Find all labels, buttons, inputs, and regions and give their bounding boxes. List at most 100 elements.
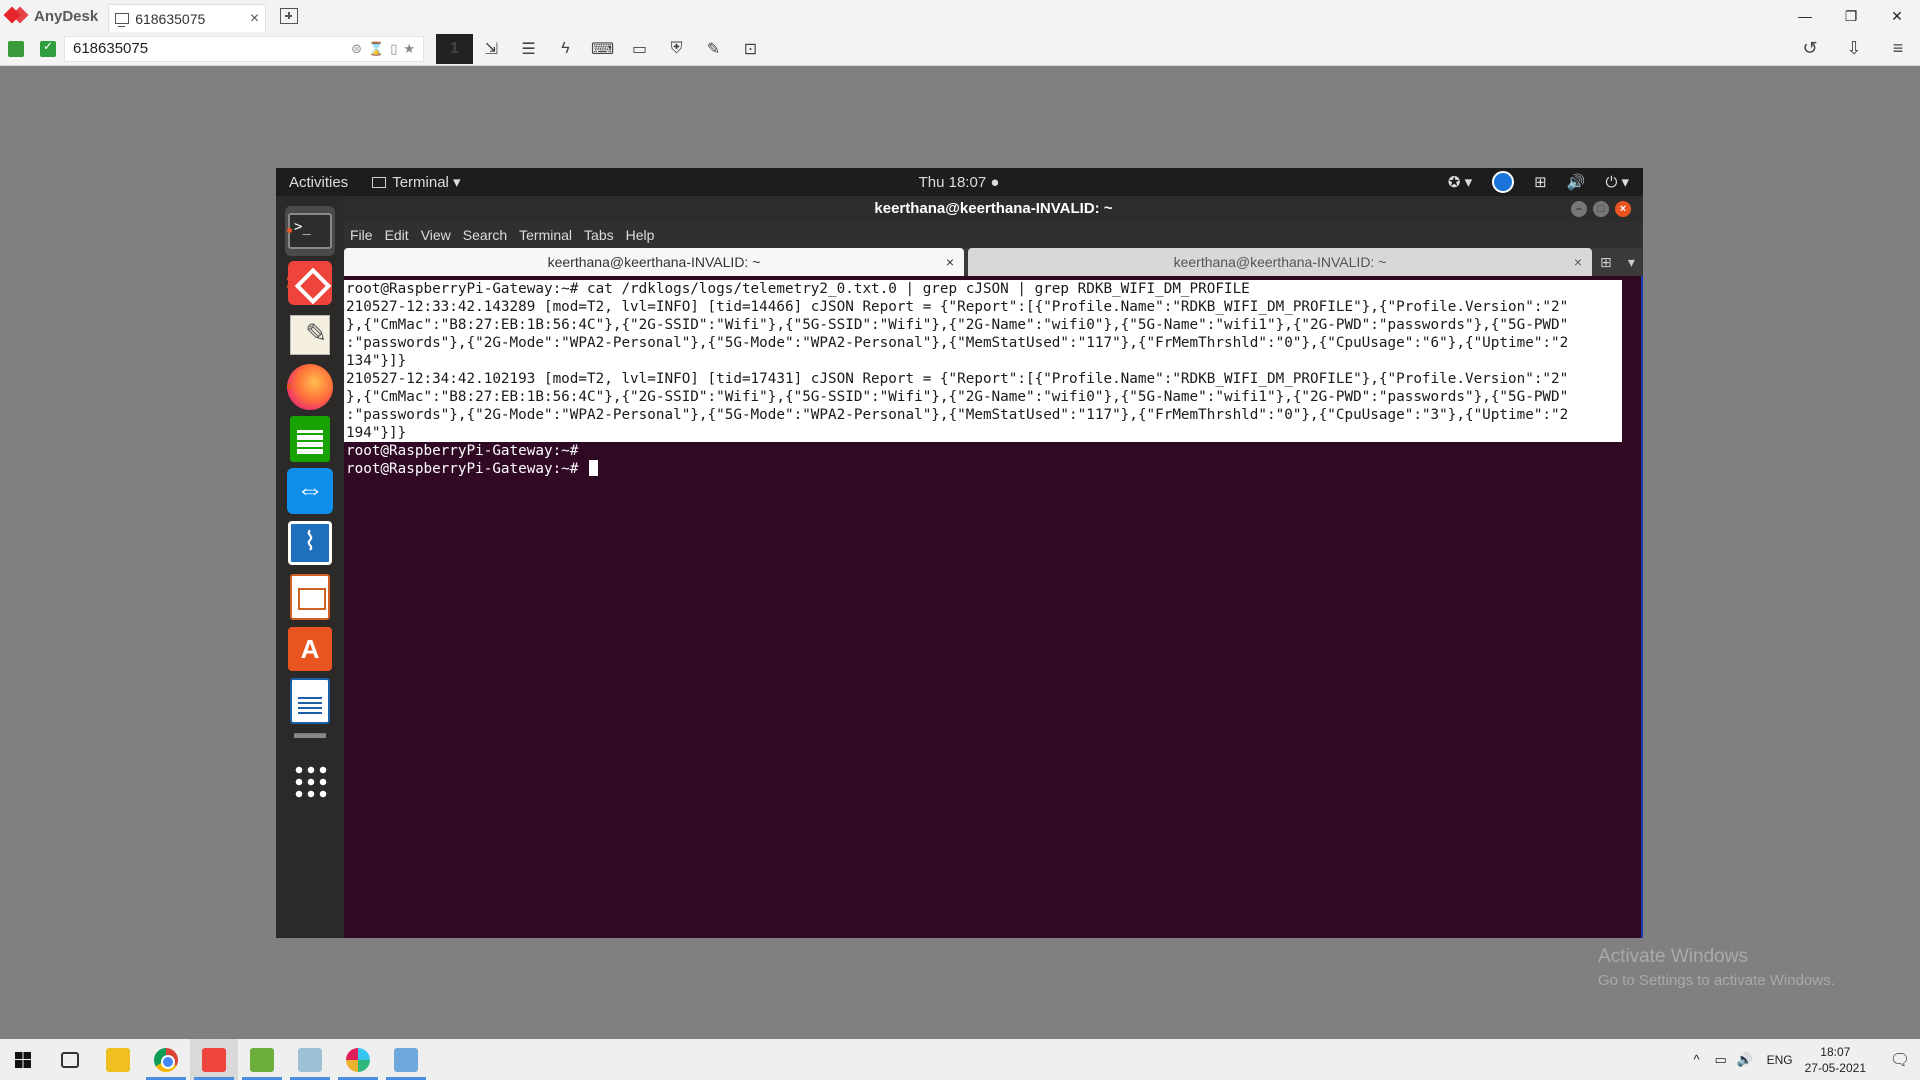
activities-button[interactable]: Activities <box>289 174 348 191</box>
dock-text-editor[interactable] <box>285 310 335 360</box>
taskbar-anydesk[interactable] <box>190 1039 238 1080</box>
session-tools: 1 ⇲ ☰ ϟ ⌨ ▭ ⛨ ✎ ⊡ <box>436 33 769 64</box>
network-icon[interactable]: ⊞ <box>1534 173 1547 191</box>
terminal-output[interactable]: root@RaspberryPi-Gateway:~# cat /rdklogs… <box>344 276 1643 938</box>
firefox-icon <box>287 364 333 410</box>
menu-terminal[interactable]: Terminal <box>519 227 572 243</box>
windows-taskbar: ^ ▭ 🔊 ENG 18:07 27-05-2021 🗨 <box>0 1039 1920 1080</box>
remote-desktop[interactable]: Activities Terminal ▾ Thu 18:07 ● ✪ ▾ ⊞ … <box>276 168 1643 938</box>
text-editor-icon <box>290 315 330 355</box>
dock-software[interactable]: A <box>285 624 335 674</box>
dock-teamviewer[interactable] <box>285 466 335 516</box>
volume-icon[interactable]: 🔊 <box>1567 173 1586 191</box>
taskbar-clock[interactable]: 18:07 27-05-2021 <box>1805 1044 1866 1076</box>
menu-file[interactable]: File <box>350 227 373 243</box>
text-cursor <box>589 460 599 476</box>
terminal-tab-label: keerthana@keerthana-INVALID: ~ <box>547 254 761 270</box>
terminal-scrollbar[interactable] <box>1641 276 1643 938</box>
device-icon[interactable]: ▯ <box>390 41 397 57</box>
terminal-minimize-button[interactable]: – <box>1571 201 1587 217</box>
dock-system-monitor[interactable] <box>285 518 335 568</box>
taskbar-notepad[interactable] <box>238 1039 286 1080</box>
download-icon[interactable]: ⇩ <box>1832 34 1876 64</box>
record-icon[interactable]: ⊡ <box>732 34 769 64</box>
restore-button[interactable]: ❐ <box>1828 0 1874 32</box>
show-hidden-icons-icon[interactable]: ^ <box>1685 1052 1709 1067</box>
close-tab-icon[interactable]: × <box>946 254 954 270</box>
terminal-line: :"passwords"},{"2G-Mode":"WPA2-Personal"… <box>346 335 1569 351</box>
monitor-number: 1 <box>436 33 473 64</box>
menu-search[interactable]: Search <box>463 227 507 243</box>
speaker-icon[interactable]: 🔊 <box>1733 1052 1757 1068</box>
favorite-star-icon[interactable]: ★ <box>403 41 415 57</box>
new-tab-icon[interactable]: ⊞ <box>1600 254 1612 271</box>
terminal-prompt: root@RaspberryPi-Gateway:~# <box>346 461 588 477</box>
terminal-titlebar: keerthana@keerthana-INVALID: ~ – □ × <box>344 196 1643 222</box>
terminal-tab-2[interactable]: keerthana@keerthana-INVALID: ~ × <box>968 248 1592 276</box>
taskbar-chrome[interactable] <box>142 1039 190 1080</box>
dock-extra[interactable]: ▬▬ <box>285 720 335 746</box>
menu-tabs[interactable]: Tabs <box>584 227 614 243</box>
dock-anydesk[interactable] <box>285 258 335 308</box>
usb-device-icon: ▬▬ <box>294 725 326 742</box>
keyboard-icon[interactable]: ⌨ <box>584 34 621 64</box>
terminal-tab-1[interactable]: keerthana@keerthana-INVALID: ~ × <box>344 248 964 276</box>
actions-lightning-icon[interactable]: ϟ <box>547 34 584 64</box>
terminal-window-controls: – □ × <box>1571 201 1631 217</box>
whiteboard-pen-icon[interactable]: ✎ <box>695 34 732 64</box>
taskbar-paint[interactable] <box>286 1039 334 1080</box>
taskbar-snipping[interactable] <box>382 1039 430 1080</box>
language-indicator[interactable]: ENG <box>1767 1053 1793 1067</box>
close-tab-icon[interactable]: × <box>1574 254 1582 270</box>
terminal-line: },{"CmMac":"B8:27:EB:1B:56:4C"},{"2G-SSI… <box>346 389 1569 405</box>
menu-help[interactable]: Help <box>626 227 655 243</box>
chat-icon[interactable]: ☰ <box>510 34 547 64</box>
tab-actions: ⊞ ▾ <box>1592 248 1643 276</box>
terminal-menubar: File Edit View Search Terminal Tabs Help <box>344 222 1643 248</box>
battery-icon[interactable]: ▭ <box>1709 1052 1733 1068</box>
permissions-shield-icon[interactable]: ⛨ <box>658 34 695 64</box>
dock-writer[interactable] <box>285 676 335 726</box>
close-window-button[interactable]: ✕ <box>1874 0 1920 32</box>
close-tab-icon[interactable]: × <box>250 10 259 28</box>
anydesk-brand: AnyDesk <box>34 7 99 25</box>
hourglass-icon[interactable]: ⌛ <box>368 41 384 57</box>
snipping-tool-icon <box>394 1047 418 1072</box>
address-field[interactable]: 618635075 ⊜ ⌛ ▯ ★ <box>64 35 424 62</box>
windows-logo-icon <box>15 1051 31 1068</box>
power-icon[interactable]: ⏻ ▾ <box>1605 173 1629 191</box>
menu-edit[interactable]: Edit <box>385 227 409 243</box>
history-icon[interactable]: ↺ <box>1788 34 1832 64</box>
start-button[interactable] <box>0 1039 46 1080</box>
ubuntu-clock[interactable]: Thu 18:07 ● <box>919 174 1000 191</box>
notification-icon[interactable]: 🗨 <box>1880 1050 1920 1070</box>
dock-impress[interactable] <box>285 572 335 622</box>
terminal-line: 194"}]} <box>346 425 407 441</box>
app-menu[interactable]: Terminal ▾ <box>372 173 461 191</box>
clock-date: 27-05-2021 <box>1804 1060 1866 1075</box>
session-tab[interactable]: 618635075 × <box>108 4 267 32</box>
teamviewer-tray-icon[interactable] <box>1492 171 1515 193</box>
dock-terminal[interactable]: >_ <box>285 206 335 256</box>
new-tab-icon[interactable] <box>280 8 299 24</box>
running-indicator <box>287 384 292 389</box>
dock-calc[interactable] <box>285 414 335 464</box>
taskbar-slack[interactable] <box>334 1039 382 1080</box>
terminal-close-button[interactable]: × <box>1615 201 1631 217</box>
address-action-icon[interactable]: ⊜ <box>351 41 362 57</box>
accessibility-icon[interactable]: ✪ ▾ <box>1448 173 1472 191</box>
activate-windows-watermark: Activate Windows Go to Settings to activ… <box>1598 946 1835 989</box>
taskbar-file-explorer[interactable] <box>94 1039 142 1080</box>
dock-firefox[interactable] <box>285 362 335 412</box>
minimize-button[interactable]: — <box>1782 0 1828 32</box>
display-icon[interactable]: ▭ <box>621 34 658 64</box>
tabs-dropdown-icon[interactable]: ▾ <box>1628 254 1635 271</box>
menu-view[interactable]: View <box>421 227 451 243</box>
monitor-select-button[interactable]: 1 <box>436 33 473 64</box>
task-view-button[interactable] <box>46 1039 94 1080</box>
libreoffice-impress-icon <box>290 574 330 620</box>
dock-show-apps[interactable] <box>285 756 335 806</box>
file-transfer-icon[interactable]: ⇲ <box>473 34 510 64</box>
terminal-maximize-button[interactable]: □ <box>1593 201 1609 217</box>
menu-icon[interactable]: ≡ <box>1876 34 1920 64</box>
